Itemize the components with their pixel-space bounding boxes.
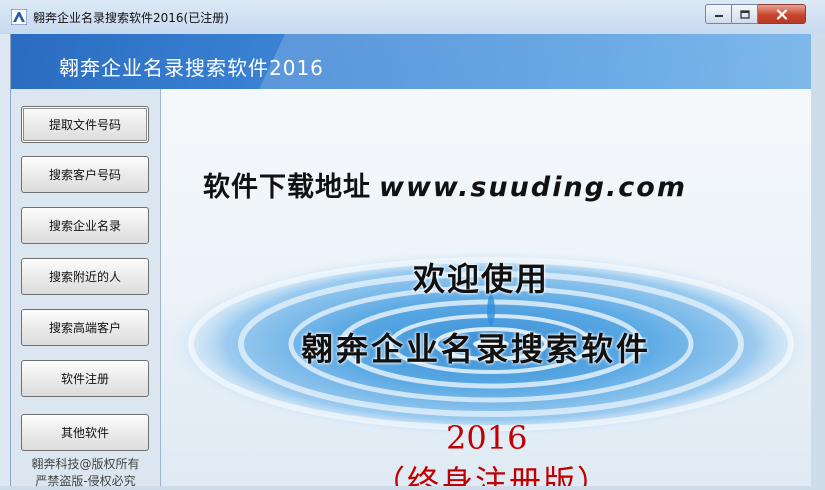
window-title: 翱奔企业名录搜索软件2016(已注册) — [33, 11, 229, 25]
title-bar[interactable]: 翱奔企业名录搜索软件2016(已注册) — [0, 0, 825, 34]
close-icon — [776, 8, 787, 20]
edition-label: （终身注册版） — [373, 463, 612, 486]
product-name: 翱奔企业名录搜索软件 — [301, 330, 652, 368]
minimize-button[interactable] — [705, 4, 732, 24]
welcome-heading: 欢迎使用 — [413, 260, 550, 298]
download-label: 软件下载地址 — [203, 172, 371, 203]
maximize-icon — [739, 9, 750, 19]
search-premium-customers-button[interactable]: 搜索高端客户 — [21, 309, 149, 346]
banner-highlight — [238, 34, 812, 89]
banner-title: 翱奔企业名录搜索软件2016 — [59, 56, 324, 80]
client-area: 翱奔企业名录搜索软件2016 提取文件号码 搜索客户号码 搜索企业名录 搜索附近… — [10, 34, 813, 488]
maximize-button[interactable] — [732, 4, 758, 24]
download-url: www.suuding.com — [379, 172, 687, 203]
app-logo-icon — [11, 9, 27, 25]
version-year: 2016 — [446, 419, 528, 457]
software-registration-button[interactable]: 软件注册 — [21, 360, 149, 397]
search-nearby-people-button[interactable]: 搜索附近的人 — [21, 258, 149, 295]
copyright-line-1: 翱奔科技@版权所有 — [31, 457, 140, 471]
sidebar: 提取文件号码 搜索客户号码 搜索企业名录 搜索附近的人 搜索高端客户 软件注册 … — [11, 89, 161, 488]
search-customer-numbers-button[interactable]: 搜索客户号码 — [21, 156, 149, 193]
welcome-panel: 软件下载地址 www.suuding.com 欢迎使用 翱奔企业名录搜索软件 20… — [161, 89, 812, 486]
header-banner: 翱奔企业名录搜索软件2016 — [11, 34, 812, 89]
minimize-icon — [714, 15, 723, 17]
close-button[interactable] — [758, 4, 806, 24]
copyright-line-2: 严禁盗版-侵权必究 — [35, 474, 136, 488]
copyright-notice: 翱奔科技@版权所有 严禁盗版-侵权必究 — [11, 456, 160, 490]
search-company-directory-button[interactable]: 搜索企业名录 — [21, 207, 149, 244]
extract-file-numbers-button[interactable]: 提取文件号码 — [21, 106, 149, 143]
window-frame-right — [811, 34, 825, 486]
app-window: 翱奔企业名录搜索软件2016(已注册) 翱奔企业名录搜索软件2016 提取文件号… — [0, 0, 825, 488]
caption-buttons — [705, 4, 806, 24]
other-software-button[interactable]: 其他软件 — [21, 414, 149, 451]
download-address: 软件下载地址 www.suuding.com — [203, 165, 687, 204]
